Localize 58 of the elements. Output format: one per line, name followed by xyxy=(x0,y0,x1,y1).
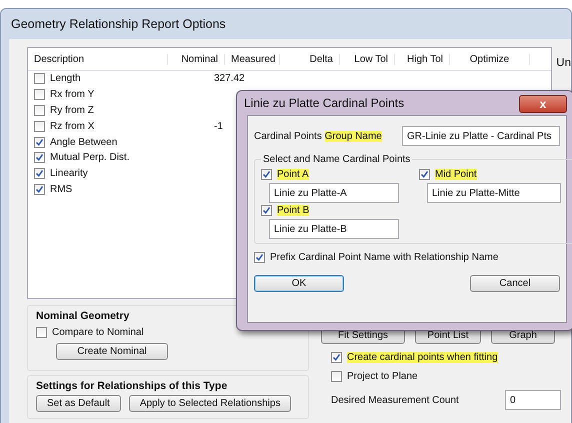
column-header[interactable]: Measured xyxy=(225,54,280,64)
checkbox[interactable] xyxy=(34,184,45,195)
settings-button[interactable]: Set as Default xyxy=(36,395,121,412)
field-label: Cardinal Points Group Name xyxy=(254,130,382,142)
table-cell: Mutual Perp. Dist. xyxy=(50,152,130,164)
close-button[interactable]: x xyxy=(519,95,567,113)
field-label: Desired Measurement Count xyxy=(331,394,459,406)
dialog-button[interactable]: OK xyxy=(254,275,344,292)
point-name-field[interactable]: Linie zu Platte-B xyxy=(269,219,399,239)
dialog-button[interactable]: Cancel xyxy=(470,275,560,292)
checkbox[interactable] xyxy=(34,120,45,132)
checkbox[interactable] xyxy=(34,73,45,84)
checkbox[interactable] xyxy=(261,169,272,180)
checkbox-label: Mid Point xyxy=(435,169,477,180)
table-cell: Length xyxy=(50,73,81,84)
side-label: Un xyxy=(556,57,571,71)
column-header[interactable]: Low Tol xyxy=(340,54,395,64)
column-header[interactable]: High Tol xyxy=(395,54,450,64)
checkbox-label: Point B xyxy=(277,205,310,216)
group-title: Settings for Relationships of this Type xyxy=(36,380,228,392)
checkbox[interactable] xyxy=(254,252,265,263)
checkbox-label: Compare to Nominal xyxy=(52,327,144,338)
table-cell-text: 327.42 xyxy=(214,73,246,84)
group-name-field[interactable]: GR-Linie zu Platte - Cardinal Pts xyxy=(402,126,560,146)
table-cell: Angle Between xyxy=(50,136,118,148)
column-header[interactable]: Optimize xyxy=(450,54,530,64)
group-title: Select and Name Cardinal Points xyxy=(262,154,412,165)
checkbox-label: Prefix Cardinal Point Name with Relationship Name xyxy=(270,252,498,263)
table-cell: Ry from Z xyxy=(50,104,94,116)
checkbox-label: Create cardinal points when fitting xyxy=(347,352,498,363)
checkbox[interactable] xyxy=(34,152,45,164)
checkbox[interactable] xyxy=(36,327,47,338)
table-cell: Rx from Y xyxy=(50,89,94,100)
checkbox[interactable] xyxy=(34,168,45,180)
table-cell: RMS xyxy=(50,184,72,195)
table-cell-text: -1 xyxy=(214,120,224,132)
checkbox[interactable] xyxy=(34,104,45,116)
group-title: Nominal Geometry xyxy=(36,310,130,322)
checkbox[interactable] xyxy=(34,89,45,100)
checkbox[interactable] xyxy=(331,371,342,382)
checkbox[interactable] xyxy=(331,352,342,363)
point-name-field[interactable]: Linie zu Platte-Mitte xyxy=(427,183,561,203)
settings-button[interactable]: Apply to Selected Relationships xyxy=(128,395,292,412)
point-name-field[interactable]: Linie zu Platte-A xyxy=(269,183,399,203)
window-title: Geometry Relationship Report Options xyxy=(11,17,226,31)
checkbox[interactable] xyxy=(261,205,272,216)
table-cell: Linearity xyxy=(50,168,88,180)
column-header[interactable]: Nominal xyxy=(168,54,225,64)
count-field[interactable]: 0 xyxy=(505,390,561,410)
checkbox[interactable] xyxy=(419,169,430,180)
checkbox-label: Project to Plane xyxy=(347,371,418,382)
column-header[interactable]: Delta xyxy=(280,54,340,64)
checkbox[interactable] xyxy=(34,136,45,148)
dialog-title: Linie zu Platte Cardinal Points xyxy=(244,96,404,110)
column-header[interactable]: Description xyxy=(28,54,168,64)
checkbox-label: Point A xyxy=(277,169,309,180)
table-cell: Rz from X xyxy=(50,120,94,132)
create-nominal-button[interactable]: Create Nominal xyxy=(56,343,168,360)
